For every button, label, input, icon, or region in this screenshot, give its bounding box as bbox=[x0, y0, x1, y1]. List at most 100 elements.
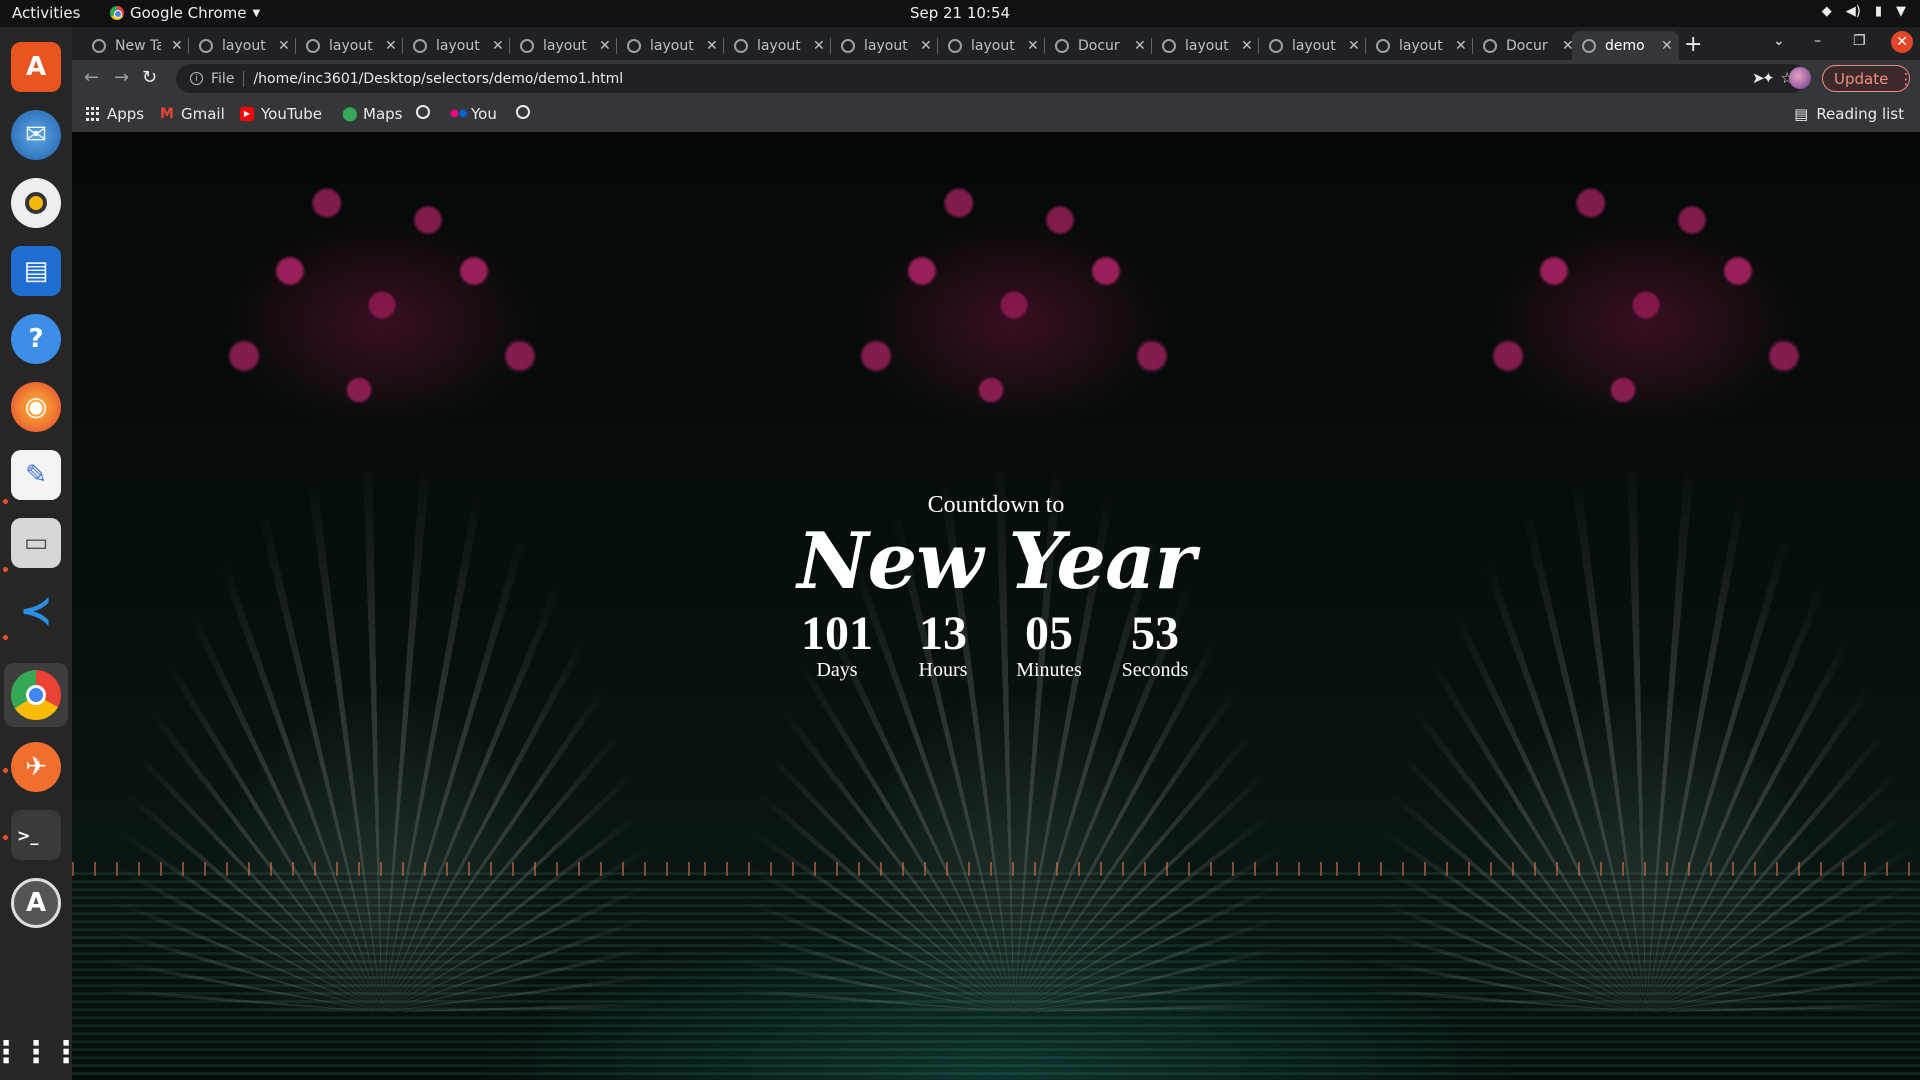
show-apps-icon[interactable]: ⋮⋮⋮ bbox=[0, 1027, 81, 1077]
chevron-down-icon: ▼ bbox=[1896, 4, 1906, 19]
tab[interactable]: layout ✕ bbox=[510, 31, 617, 60]
close-icon[interactable]: ✕ bbox=[813, 38, 825, 54]
tab[interactable]: layout ✕ bbox=[831, 31, 938, 60]
forward-icon[interactable]: → bbox=[114, 67, 129, 88]
chrome-icon[interactable] bbox=[11, 670, 61, 720]
window-close-button[interactable]: ✕ bbox=[1891, 31, 1913, 53]
tab[interactable]: New Tab ✕ bbox=[82, 31, 189, 60]
dock: A ✉ ▤ ? ◉ ✎ ▭ ≺ ✈ >_ A ⋮⋮⋮ bbox=[0, 27, 81, 1080]
tab-title: demo bbox=[1605, 37, 1645, 54]
close-icon[interactable]: ✕ bbox=[1348, 38, 1360, 54]
tab-title: layout bbox=[1292, 37, 1336, 54]
tab-active[interactable]: demo ✕ bbox=[1572, 31, 1679, 60]
close-icon[interactable]: ✕ bbox=[599, 38, 611, 54]
writer-icon[interactable]: ▤ bbox=[11, 246, 61, 296]
bookmark-label: YouTube bbox=[261, 105, 322, 123]
tab[interactable]: layout ✕ bbox=[1259, 31, 1366, 60]
text-editor-icon[interactable]: ✎ bbox=[11, 450, 61, 500]
close-icon[interactable]: ✕ bbox=[1134, 38, 1146, 54]
page-icon bbox=[948, 38, 962, 53]
countdown-units: 101 Days 13 Hours 05 Minutes 53 Seconds bbox=[72, 606, 1920, 682]
extensions-icon[interactable]: ✦ bbox=[1762, 69, 1775, 87]
page-content: Countdown to New Year 101 Days 13 Hours … bbox=[72, 132, 1920, 1080]
firefox-icon[interactable]: ◉ bbox=[11, 382, 61, 432]
close-icon[interactable]: ✕ bbox=[1027, 38, 1039, 54]
software-updater-icon[interactable]: A bbox=[11, 878, 61, 928]
tab-title: layout bbox=[1399, 37, 1443, 54]
tab-title: layout bbox=[864, 37, 908, 54]
running-indicator bbox=[3, 499, 8, 504]
bookmark-maps[interactable]: ⬤ Maps bbox=[342, 105, 402, 123]
countdown-label: Seconds bbox=[1121, 659, 1189, 682]
countdown-days: 101 Days bbox=[797, 608, 877, 682]
countdown-value: 13 bbox=[919, 606, 967, 660]
thunderbird-icon[interactable]: ✉ bbox=[11, 110, 61, 160]
close-icon[interactable]: ✕ bbox=[171, 38, 183, 54]
bookmark-globe[interactable] bbox=[516, 105, 530, 119]
tab[interactable]: layout ✕ bbox=[1366, 31, 1473, 60]
firework-burst bbox=[152, 152, 612, 492]
countdown-label: Days bbox=[816, 659, 858, 682]
info-icon[interactable]: i bbox=[190, 72, 203, 85]
tab[interactable]: layout ✕ bbox=[403, 31, 510, 60]
minimize-button[interactable]: – bbox=[1814, 33, 1821, 49]
terminal-icon[interactable]: >_ bbox=[11, 810, 61, 860]
bookmark-globe[interactable] bbox=[416, 105, 430, 119]
gmail-icon: M bbox=[160, 106, 174, 122]
countdown-value: 05 bbox=[1025, 606, 1073, 660]
page-icon bbox=[306, 38, 320, 53]
avatar[interactable] bbox=[1789, 67, 1811, 89]
running-indicator bbox=[3, 567, 8, 572]
url-text[interactable]: /home/inc3601/Desktop/selectors/demo/dem… bbox=[253, 71, 623, 87]
tab-title: Docur bbox=[1078, 37, 1120, 54]
new-tab-button[interactable]: + bbox=[1684, 32, 1702, 57]
update-label: Update bbox=[1834, 69, 1889, 88]
bookmark-apps[interactable]: Apps bbox=[86, 105, 144, 123]
tab-search-icon[interactable]: ⌄ bbox=[1773, 33, 1785, 49]
restore-button[interactable]: ❐ bbox=[1853, 33, 1866, 49]
tab[interactable]: layout ✕ bbox=[1152, 31, 1259, 60]
page-icon bbox=[1055, 38, 1069, 53]
countdown-seconds: 53 Seconds bbox=[1115, 608, 1195, 682]
globe-icon bbox=[516, 105, 530, 119]
close-icon[interactable]: ✕ bbox=[1241, 38, 1253, 54]
tab[interactable]: layout ✕ bbox=[617, 31, 724, 60]
water-reflection bbox=[704, 872, 1336, 1080]
address-bar[interactable]: i File /home/inc3601/Desktop/selectors/d… bbox=[176, 64, 1806, 93]
postman-icon[interactable]: ✈ bbox=[11, 742, 61, 792]
system-tray[interactable]: ◆ ◀) ▮ ▼ bbox=[1822, 4, 1906, 19]
update-button[interactable]: Update ⋮ bbox=[1822, 65, 1913, 92]
page-icon bbox=[1483, 38, 1497, 53]
close-icon[interactable]: ✕ bbox=[920, 38, 932, 54]
close-icon[interactable]: ✕ bbox=[278, 38, 290, 54]
close-icon[interactable]: ✕ bbox=[1455, 38, 1467, 54]
bookmark-gmail[interactable]: M Gmail bbox=[160, 105, 225, 123]
close-icon[interactable]: ✕ bbox=[1661, 38, 1673, 54]
reload-icon[interactable]: ↻ bbox=[142, 67, 157, 88]
tab-title: layout bbox=[757, 37, 801, 54]
bookmark-youtube[interactable]: ▶ YouTube bbox=[240, 105, 322, 123]
countdown-title: New Year bbox=[797, 516, 1195, 607]
volume-icon: ◀) bbox=[1845, 4, 1861, 19]
tab[interactable]: layout ✕ bbox=[938, 31, 1045, 60]
clock[interactable]: Sep 21 10:54 bbox=[0, 4, 1920, 22]
countdown-label: Hours bbox=[918, 659, 968, 682]
back-icon[interactable]: ← bbox=[84, 67, 99, 88]
reading-list-icon: ▤ bbox=[1794, 105, 1809, 123]
bookmarks-bar: Apps M Gmail ▶ YouTube ⬤ Maps ●● You ▤ R… bbox=[72, 97, 1920, 132]
close-icon[interactable]: ✕ bbox=[706, 38, 718, 54]
help-icon[interactable]: ? bbox=[11, 314, 61, 364]
vscode-icon[interactable]: ≺ bbox=[11, 586, 61, 636]
files-icon[interactable]: ▭ bbox=[11, 518, 61, 568]
close-icon[interactable]: ✕ bbox=[492, 38, 504, 54]
tab[interactable]: layout ✕ bbox=[189, 31, 296, 60]
rhythmbox-icon[interactable] bbox=[11, 178, 61, 228]
close-icon[interactable]: ✕ bbox=[385, 38, 397, 54]
tab[interactable]: Docur ✕ bbox=[1473, 31, 1580, 60]
app-center-icon[interactable]: A bbox=[11, 42, 61, 92]
tab[interactable]: layout ✕ bbox=[724, 31, 831, 60]
tab[interactable]: Docur ✕ bbox=[1045, 31, 1152, 60]
tab[interactable]: layout ✕ bbox=[296, 31, 403, 60]
bookmark-you[interactable]: ●● You bbox=[450, 105, 497, 123]
reading-list-button[interactable]: ▤ Reading list bbox=[1794, 105, 1904, 123]
